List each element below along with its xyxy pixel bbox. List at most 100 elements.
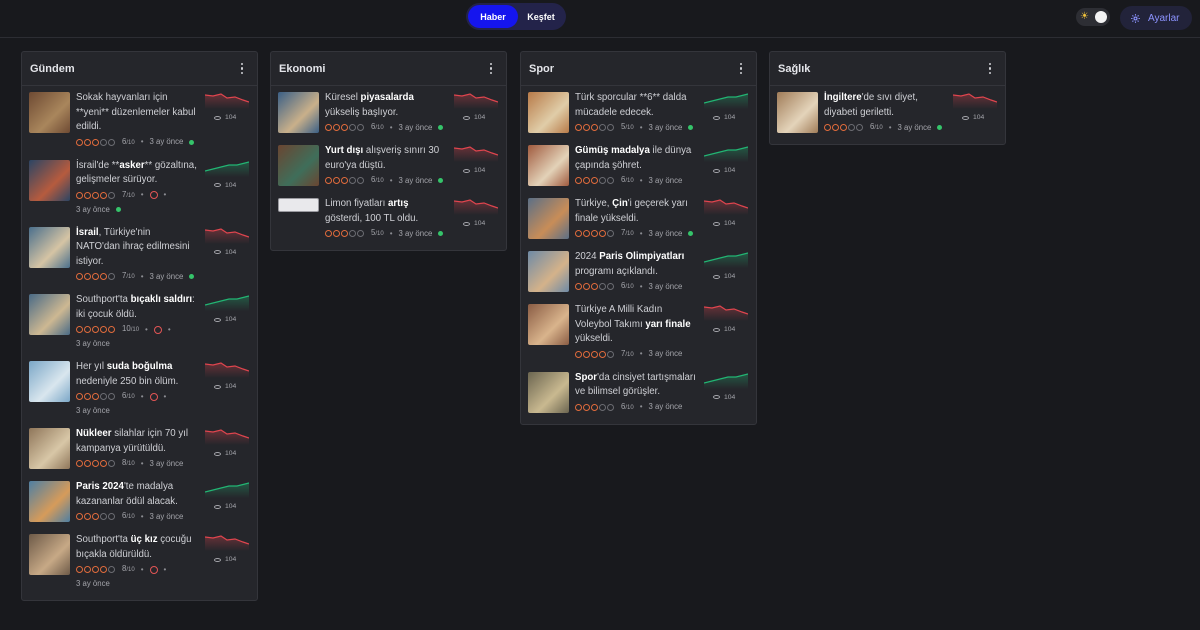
news-item[interactable]: 2024 Paris Olimpiyatları programı açıkla…: [521, 250, 756, 294]
news-headline[interactable]: Küresel piyasalarda yükseliş başlıyor.: [325, 91, 446, 120]
news-headline[interactable]: Yurt dışı alışveriş sınırı 30 euro'ya dü…: [325, 144, 446, 173]
news-thumbnail[interactable]: [528, 371, 569, 413]
news-headline[interactable]: İngiltere'de sıvı diyet, diyabeti gerile…: [824, 91, 945, 120]
news-item[interactable]: Sokak hayvanları için **yeni** düzenleme…: [22, 91, 257, 150]
news-thumbnail[interactable]: [29, 159, 70, 201]
broken-image-icon[interactable]: [278, 198, 319, 212]
news-item[interactable]: İsrail, Türkiye'nin NATO'dan ihraç edilm…: [22, 226, 257, 285]
view-count: 104: [214, 450, 249, 457]
rating-dot: [599, 177, 606, 184]
rating-dot: [84, 191, 91, 199]
news-item[interactable]: Limon fiyatları artış gösterdi, 100 TL o…: [271, 197, 506, 241]
news-headline[interactable]: Paris 2024'te madalya kazananlar ödül al…: [76, 480, 197, 509]
news-thumbnail[interactable]: [278, 92, 319, 133]
news-item[interactable]: Küresel piyasalarda yükseliş başlıyor. 6/…: [271, 91, 506, 135]
settings-button[interactable]: Ayarlar: [1120, 6, 1192, 30]
news-item[interactable]: Paris 2024'te madalya kazananlar ödül al…: [22, 480, 257, 524]
status-dot: [937, 125, 943, 130]
rating-score: 6/10: [371, 175, 384, 184]
news-item[interactable]: Türkiye, Çin'i geçerek yarı finale yükse…: [521, 197, 756, 241]
rating-dot: [591, 230, 598, 237]
status-dot: [438, 231, 444, 236]
separator: •: [140, 458, 144, 468]
news-item[interactable]: Spor'da cinsiyet tartışmaları ve bilimse…: [521, 371, 756, 415]
more-options-icon[interactable]: [985, 62, 995, 76]
news-item[interactable]: Yurt dışı alışveriş sınırı 30 euro'ya dü…: [271, 144, 506, 188]
news-thumbnail[interactable]: [528, 198, 569, 239]
news-headline[interactable]: Southport'ta üç kız çocuğu bıçakla öldür…: [76, 533, 197, 562]
rating-score: 7/10: [122, 271, 135, 280]
news-thumbnail[interactable]: [528, 145, 569, 186]
separator: •: [163, 190, 167, 199]
rating-dot: [108, 460, 115, 467]
news-thumbnail[interactable]: [278, 145, 319, 186]
eye-icon: [214, 183, 221, 187]
news-headline[interactable]: Her yıl suda boğulma nedeniyle 250 bin ö…: [76, 360, 197, 389]
news-thumbnail[interactable]: [528, 92, 569, 133]
news-item[interactable]: İsrail'de **asker** gözaltına, gelişmele…: [22, 159, 257, 217]
tab-haber[interactable]: Haber: [468, 5, 518, 28]
news-item[interactable]: İngiltere'de sıvı diyet, diyabeti gerile…: [770, 91, 1005, 135]
news-thumbnail[interactable]: [29, 534, 70, 575]
rating-dot: [76, 191, 83, 199]
news-thumbnail[interactable]: [29, 294, 70, 335]
news-headline[interactable]: Türkiye, Çin'i geçerek yarı finale yükse…: [575, 197, 696, 226]
news-item[interactable]: Her yıl suda boğulma nedeniyle 250 bin ö…: [22, 360, 257, 418]
news-headline[interactable]: Limon fiyatları artış gösterdi, 100 TL o…: [325, 197, 446, 226]
eye-icon: [214, 115, 221, 120]
more-options-icon[interactable]: [736, 62, 746, 76]
news-thumbnail[interactable]: [528, 304, 569, 345]
rating-dot: [591, 124, 598, 131]
news-meta: 6/10 • 3 ay önce: [76, 509, 197, 524]
separator: •: [167, 324, 171, 334]
tab-kesfet[interactable]: Keşfet: [518, 5, 564, 28]
news-headline[interactable]: Gümüş madalya ile dünya çapında şöhret.: [575, 144, 696, 173]
news-thumbnail[interactable]: [29, 428, 70, 469]
theme-toggle[interactable]: ☀: [1076, 8, 1110, 26]
news-item[interactable]: Southport'ta üç kız çocuğu bıçakla öldür…: [22, 533, 257, 591]
column-header: Gündem: [22, 52, 257, 86]
rating-score: 6/10: [371, 122, 384, 131]
news-thumbnail[interactable]: [29, 481, 70, 522]
news-headline[interactable]: Southport'ta bıçaklı saldırı: iki çocuk …: [76, 293, 197, 322]
news-headline[interactable]: Türk sporcular **6** dalda mücadele edec…: [575, 91, 696, 120]
news-thumbnail[interactable]: [528, 251, 569, 292]
more-options-icon[interactable]: [486, 62, 496, 76]
news-thumbnail[interactable]: [29, 361, 70, 402]
news-time: 3 ay önce: [76, 339, 110, 348]
news-item[interactable]: Southport'ta bıçaklı saldırı: iki çocuk …: [22, 293, 257, 351]
news-headline[interactable]: Sokak hayvanları için **yeni** düzenleme…: [76, 91, 197, 135]
eye-icon: [214, 317, 221, 322]
rating-dot: [92, 138, 99, 146]
rating-dot: [76, 566, 83, 573]
news-headline[interactable]: Spor'da cinsiyet tartışmaları ve bilimse…: [575, 371, 696, 400]
news-headline[interactable]: İsrail, Türkiye'nin NATO'dan ihraç edilm…: [76, 226, 197, 270]
view-count: 104: [463, 220, 498, 227]
separator: •: [639, 175, 643, 185]
news-time: 3 ay önce: [76, 579, 110, 588]
news-headline[interactable]: Türkiye A Milli Kadın Voleybol Takımı ya…: [575, 303, 696, 347]
news-headline[interactable]: Nükleer silahlar için 70 yıl kampanya yü…: [76, 427, 197, 456]
news-thumbnail[interactable]: [777, 92, 818, 133]
news-item[interactable]: Gümüş madalya ile dünya çapında şöhret. 6…: [521, 144, 756, 188]
rating-dot: [100, 460, 107, 467]
rating-dot: [341, 124, 348, 131]
column-title: Spor: [529, 62, 555, 75]
news-item[interactable]: Nükleer silahlar için 70 yıl kampanya yü…: [22, 427, 257, 471]
rating-dot: [583, 283, 590, 290]
news-headline[interactable]: İsrail'de **asker** gözaltına, gelişmele…: [76, 159, 197, 188]
news-item[interactable]: Türkiye A Milli Kadın Voleybol Takımı ya…: [521, 303, 756, 362]
view-count: 104: [463, 114, 498, 121]
status-dot: [438, 125, 444, 130]
news-thumbnail[interactable]: [29, 92, 70, 133]
news-thumbnail[interactable]: [29, 226, 70, 268]
news-headline[interactable]: 2024 Paris Olimpiyatları programı açıkla…: [575, 250, 696, 279]
trend-sparkline: 104: [205, 360, 249, 390]
news-time: 3 ay önce: [648, 122, 683, 132]
separator: •: [389, 228, 393, 238]
rating-dot: [84, 326, 91, 333]
view-count: 104: [713, 326, 748, 333]
more-options-icon[interactable]: [237, 62, 247, 76]
view-count: 104: [214, 182, 249, 189]
news-item[interactable]: Türk sporcular **6** dalda mücadele edec…: [521, 91, 756, 135]
